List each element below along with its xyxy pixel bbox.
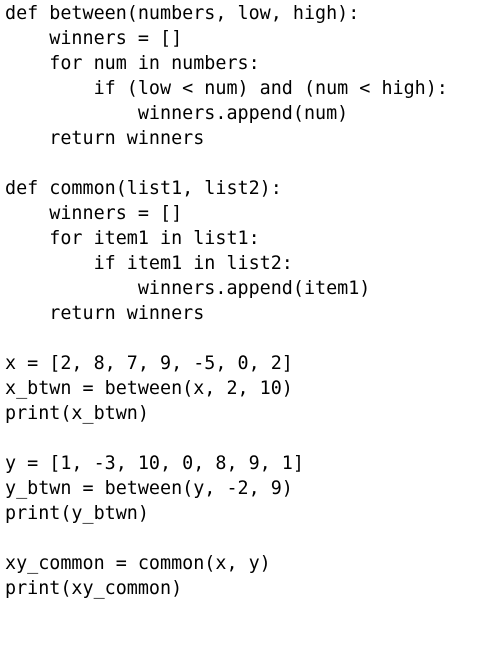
code-line: def between(numbers, low, high): [5, 3, 360, 24]
code-line: if (low < num) and (num < high): [5, 78, 448, 99]
code-line: x_btwn = between(x, 2, 10) [5, 378, 293, 399]
code-view: def between(numbers, low, high): winners… [0, 0, 500, 650]
code-line: for num in numbers: [5, 53, 260, 74]
code-line: y = [1, -3, 10, 0, 8, 9, 1] [5, 453, 304, 474]
code-line: print(y_btwn) [5, 503, 149, 524]
code-line: def common(list1, list2): [5, 178, 282, 199]
code-line: y_btwn = between(y, -2, 9) [5, 478, 293, 499]
code-line: winners.append(num) [5, 103, 349, 124]
code-line: return winners [5, 128, 205, 149]
code-line: print(x_btwn) [5, 403, 149, 424]
code-line: if item1 in list2: [5, 253, 293, 274]
code-line: winners = [] [5, 28, 183, 49]
code-line: winners = [] [5, 203, 183, 224]
code-line: winners.append(item1) [5, 278, 371, 299]
code-line: xy_common = common(x, y) [5, 553, 271, 574]
code-line: x = [2, 8, 7, 9, -5, 0, 2] [5, 353, 293, 374]
code-line: for item1 in list1: [5, 228, 260, 249]
code-line: return winners [5, 303, 205, 324]
code-line: print(xy_common) [5, 578, 183, 599]
